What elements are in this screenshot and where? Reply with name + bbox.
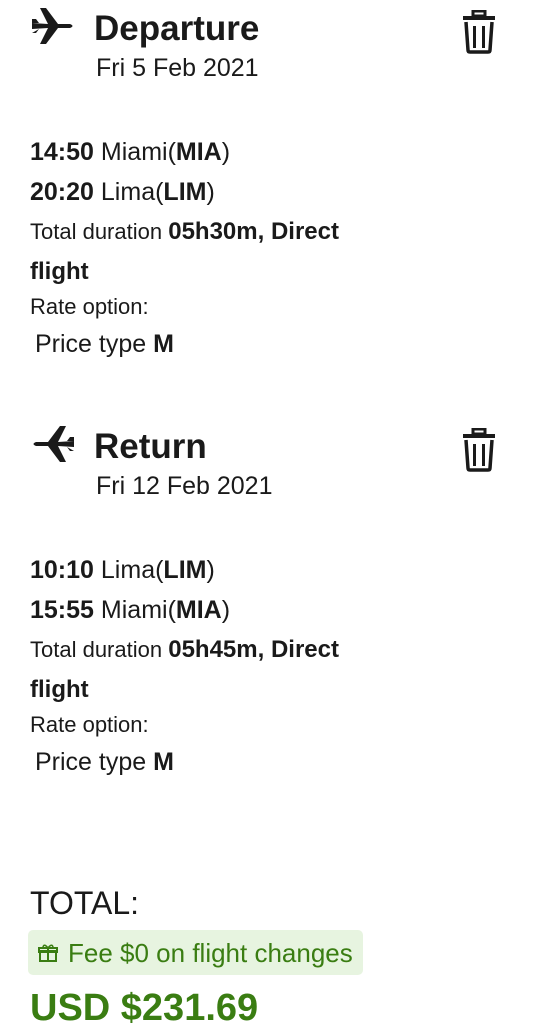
delete-return-button[interactable]	[460, 428, 498, 472]
total-amount: USD $231.69	[30, 987, 259, 1029]
price-type-label: Price type	[35, 330, 147, 358]
segment-airport-code: LIM	[163, 556, 207, 584]
return-price-type: Price type M	[35, 747, 174, 777]
segment-time: 15:55	[30, 596, 94, 624]
segment-airport-code: LIM	[163, 178, 207, 206]
fee-text: Fee $0 on flight changes	[68, 937, 353, 968]
price-type-value: M	[153, 748, 174, 776]
segment-city: Lima(	[100, 178, 164, 206]
segment-time: 10:10	[30, 556, 94, 584]
price-type-label: Price type	[35, 748, 147, 776]
departure-rate-label: Rate option:	[30, 294, 149, 319]
return-duration: Total duration 05h45m, Direct flight	[30, 630, 390, 710]
return-segment-2: 15:55 Miami(MIA)	[30, 596, 231, 624]
departure-date: Fri 5 Feb 2021	[96, 54, 259, 82]
segment-time: 14:50	[30, 138, 94, 166]
plane-icon	[30, 424, 76, 464]
fee-badge: Fee $0 on flight changes	[28, 930, 363, 975]
total-label: TOTAL:	[30, 885, 140, 921]
price-type-value: M	[153, 330, 174, 358]
departure-title: Departure	[94, 9, 260, 48]
return-rate-label: Rate option:	[30, 712, 149, 737]
delete-departure-button[interactable]	[460, 10, 498, 54]
segment-city: Miami(	[100, 138, 176, 166]
return-date: Fri 12 Feb 2021	[96, 472, 273, 500]
duration-label: Total duration	[30, 219, 163, 244]
return-segment-1: 10:10 Lima(LIM)	[30, 556, 215, 584]
departure-segment-2: 20:20 Lima(LIM)	[30, 178, 215, 206]
segment-city: Lima(	[100, 556, 164, 584]
departure-price-type: Price type M	[35, 329, 174, 359]
duration-label: Total duration	[30, 637, 163, 662]
segment-time: 20:20	[30, 178, 94, 206]
segment-airport-code: MIA	[175, 596, 222, 624]
trash-icon	[463, 428, 495, 472]
plane-icon	[30, 6, 76, 46]
departure-duration: Total duration 05h30m, Direct flight	[30, 212, 390, 292]
segment-airport-code: MIA	[175, 138, 222, 166]
gift-icon	[38, 944, 58, 962]
segment-city: Miami(	[100, 596, 176, 624]
trash-icon	[463, 10, 495, 54]
return-title: Return	[94, 427, 207, 466]
departure-segment-1: 14:50 Miami(MIA)	[30, 138, 231, 166]
